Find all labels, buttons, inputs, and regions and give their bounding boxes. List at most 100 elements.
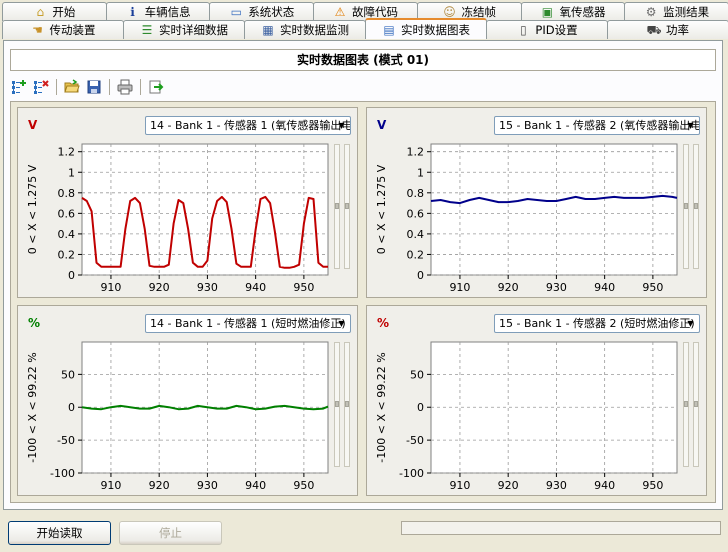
export-icon[interactable]: [147, 78, 165, 96]
chart-panel-bottom-right: -100 -50 0 50 910 920 930 940 950 -100 < X < 99.2…: [366, 305, 707, 496]
tab-pid-settings[interactable]: ▯ PID设置: [486, 20, 608, 39]
hand-icon: ☚: [32, 23, 43, 37]
x-tick-label: 940: [245, 281, 266, 294]
vertical-scrollbar[interactable]: [344, 144, 350, 269]
vertical-scrollbar[interactable]: [683, 342, 689, 467]
pid-selector-value: 15 - Bank 1 - 传感器 2 (短时燃油修正): [499, 317, 695, 330]
tab-label: 氧传感器: [559, 5, 606, 19]
tab-drivetrain[interactable]: ☚ 传动装置: [2, 20, 124, 39]
info-icon: ℹ: [130, 5, 135, 19]
pid-selector-value: 15 - Bank 1 - 传感器 2 (氧传感器输出电压): [499, 119, 700, 132]
tab-start[interactable]: ⌂ 开始: [2, 2, 107, 21]
pid-selector-dropdown[interactable]: 15 - Bank 1 - 传感器 2 (短时燃油修正) ▼: [494, 314, 700, 333]
chart-panel-top-left: 0 0.2 0.4 0.6 0.8 1 1.2 910 920 930 940 950 0 < X < …: [17, 107, 358, 298]
scrollbar-thumb[interactable]: [684, 401, 688, 407]
y-tick-label: 0.6: [407, 207, 425, 220]
save-icon[interactable]: [85, 78, 103, 96]
toolbar-separator: [56, 79, 57, 95]
y-range-label: -100 < X < 99.22 %: [26, 352, 39, 462]
vertical-scrollbar[interactable]: [334, 342, 340, 467]
chart-unit-label: %: [28, 316, 41, 330]
chevron-down-icon[interactable]: ▼: [684, 316, 697, 331]
x-tick-label: 910: [449, 281, 470, 294]
chevron-down-icon[interactable]: ▼: [335, 118, 348, 133]
warning-icon: ⚠: [334, 5, 346, 19]
y-tick-label: 50: [410, 368, 424, 381]
add-chart-icon[interactable]: [10, 78, 28, 96]
grid-icon: ▦: [262, 23, 274, 37]
x-tick-label: 950: [642, 281, 663, 294]
plot-area: [81, 143, 329, 276]
x-tick-label: 920: [149, 281, 170, 294]
scrollbar-thumb[interactable]: [694, 401, 698, 407]
y-tick-label: -100: [399, 467, 424, 480]
print-icon[interactable]: [116, 78, 134, 96]
tab-realtime-chart[interactable]: ▤ 实时数据图表: [365, 18, 487, 39]
x-tick-label: 940: [594, 479, 615, 492]
tab-label: 功率: [666, 23, 689, 37]
remove-chart-icon[interactable]: [32, 78, 50, 96]
tab-system-status[interactable]: ▭ 系统状态: [209, 2, 315, 21]
chart-unit-label: V: [377, 118, 387, 132]
x-tick-label: 930: [197, 281, 218, 294]
toolbar-separator: [140, 79, 141, 95]
x-tick-label: 910: [449, 479, 470, 492]
x-tick-label: 910: [100, 281, 121, 294]
vertical-scrollbar[interactable]: [693, 342, 699, 467]
scrollbar-thumb[interactable]: [335, 203, 339, 209]
x-tick-label: 950: [642, 479, 663, 492]
tab-power[interactable]: ⛟ 功率: [607, 20, 728, 39]
x-tick-label: 950: [293, 479, 314, 492]
chart-o2-b1s2-voltage: 0 0.2 0.4 0.6 0.8 1 1.2 910 920 930 940 950 0 < X < …: [375, 143, 678, 294]
vertical-scrollbar[interactable]: [344, 342, 350, 467]
chart-panel-top-right: 0 0.2 0.4 0.6 0.8 1 1.2 910 920 930 940 950 0 < X < …: [366, 107, 707, 298]
stop-button[interactable]: 停止: [119, 521, 222, 545]
start-read-button[interactable]: 开始读取: [8, 521, 111, 545]
home-icon: ⌂: [36, 5, 45, 19]
pid-selector-dropdown[interactable]: 15 - Bank 1 - 传感器 2 (氧传感器输出电压) ▼: [494, 116, 700, 135]
main-panel: 实时数据图表 (模式 01) 0 0.2 0.4 0.6 0.8 1 1.2 910 920 93…: [3, 40, 723, 510]
tab-o2-sensor[interactable]: ▣ 氧传感器: [520, 2, 626, 21]
y-tick-label: -50: [406, 434, 424, 447]
open-folder-icon[interactable]: [63, 78, 81, 96]
chart-stft-b1s1: -100 -50 0 50 910 920 930 940 950 -100 < X < 99.2…: [26, 341, 329, 492]
chart-toolbar: [10, 76, 165, 98]
y-tick-label: 1.2: [58, 146, 76, 159]
tab-realtime-monitor[interactable]: ▦ 实时数据监测: [244, 20, 366, 39]
tab-monitor-results[interactable]: ⚙ 监测结果: [624, 2, 728, 21]
chevron-down-icon[interactable]: ▼: [335, 316, 348, 331]
car-icon: ⛟: [646, 23, 662, 37]
tab-vehicle-info[interactable]: ℹ 车辆信息: [105, 2, 211, 21]
toolbar-separator: [109, 79, 110, 95]
pid-selector-dropdown[interactable]: 14 - Bank 1 - 传感器 1 (短时燃油修正) ▼: [145, 314, 351, 333]
scrollbar-thumb[interactable]: [345, 401, 349, 407]
vertical-scrollbar[interactable]: [683, 144, 689, 269]
y-tick-label: 0.4: [58, 228, 76, 241]
y-tick-label: 0.4: [407, 228, 425, 241]
y-tick-label: 1.2: [407, 146, 425, 159]
vertical-scrollbar[interactable]: [334, 144, 340, 269]
pid-selector-dropdown[interactable]: 14 - Bank 1 - 传感器 1 (氧传感器输出电压) ▼: [145, 116, 351, 135]
scrollbar-thumb[interactable]: [335, 401, 339, 407]
scrollbar-thumb[interactable]: [694, 203, 698, 209]
tab-label: 实时数据监测: [280, 23, 349, 37]
vertical-scrollbar[interactable]: [693, 144, 699, 269]
x-tick-label: 930: [546, 479, 567, 492]
y-tick-label: 0: [417, 269, 424, 282]
chart-stft-b1s2: -100 -50 0 50 910 920 930 940 950 -100 < X < 99.2…: [375, 341, 678, 492]
y-range-label: 0 < X < 1.275 V: [375, 164, 388, 254]
progress-bar: [401, 521, 721, 535]
scrollbar-thumb[interactable]: [345, 203, 349, 209]
page-title: 实时数据图表 (模式 01): [10, 49, 716, 71]
chart-unit-label: %: [377, 316, 390, 330]
tab-label: 开始: [52, 5, 76, 19]
tab-realtime-detail[interactable]: ☰ 实时详细数据: [123, 20, 245, 39]
gear-icon: ⚙: [645, 5, 657, 19]
x-tick-label: 910: [100, 479, 121, 492]
scrollbar-thumb[interactable]: [684, 203, 688, 209]
tab-label: 实时数据图表: [401, 22, 470, 37]
chevron-down-icon[interactable]: ▼: [684, 118, 697, 133]
y-tick-label: 0: [68, 401, 75, 414]
chart-panel-bottom-left: -100 -50 0 50 910 920 930 940 950 -100 < X < 99.2…: [17, 305, 358, 496]
chart-o2-b1s1-voltage: 0 0.2 0.4 0.6 0.8 1 1.2 910 920 930 940 950 0 < X < …: [26, 143, 329, 294]
